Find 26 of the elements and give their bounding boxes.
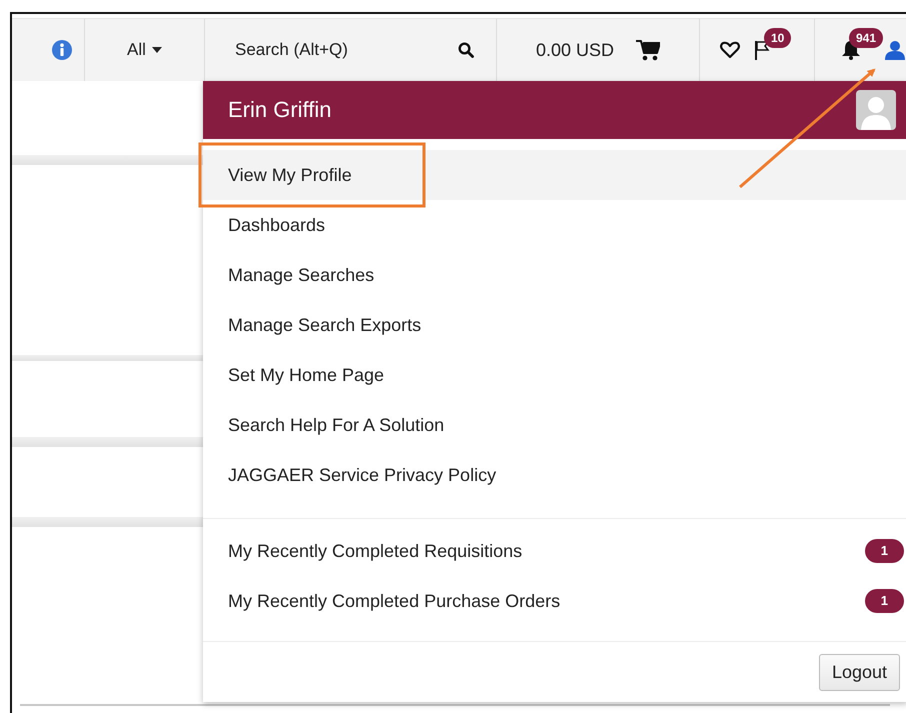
avatar-icon — [856, 90, 896, 130]
menu-item[interactable]: Dashboards — [203, 200, 906, 250]
heart-icon[interactable] — [720, 41, 740, 59]
menu-item[interactable]: Manage Searches — [203, 250, 906, 300]
count-badge: 1 — [864, 589, 904, 613]
count-badge: 10 — [764, 28, 792, 48]
flag-icon[interactable] — [754, 40, 770, 60]
menu-item[interactable]: Search Help For A Solution — [203, 400, 906, 450]
count-badge: 941 — [849, 28, 884, 48]
user-icon[interactable] — [885, 40, 905, 60]
cart-total[interactable]: 0.00 USD — [536, 40, 614, 60]
search-icon[interactable] — [458, 42, 474, 58]
menu-item[interactable]: Set My Home Page — [203, 350, 906, 400]
menu-item[interactable]: My Recently Completed Purchase Orders — [228, 590, 560, 612]
caret-icon — [152, 47, 162, 53]
menu-item[interactable]: Manage Search Exports — [203, 300, 906, 350]
info-icon[interactable] — [52, 40, 72, 60]
menu-item[interactable]: JAGGAER Service Privacy Policy — [203, 450, 906, 500]
logout-button[interactable]: Logout — [818, 654, 900, 690]
menu-item[interactable]: View My Profile — [203, 150, 906, 200]
menu-item[interactable]: My Recently Completed Requisitions — [228, 540, 522, 562]
search-field[interactable]: Search (Alt+Q) — [235, 40, 450, 60]
count-badge: 1 — [864, 539, 904, 563]
cart-icon[interactable] — [636, 39, 660, 61]
scope-dropdown[interactable]: All — [123, 36, 166, 64]
user-name: Erin Griffin — [228, 97, 332, 123]
